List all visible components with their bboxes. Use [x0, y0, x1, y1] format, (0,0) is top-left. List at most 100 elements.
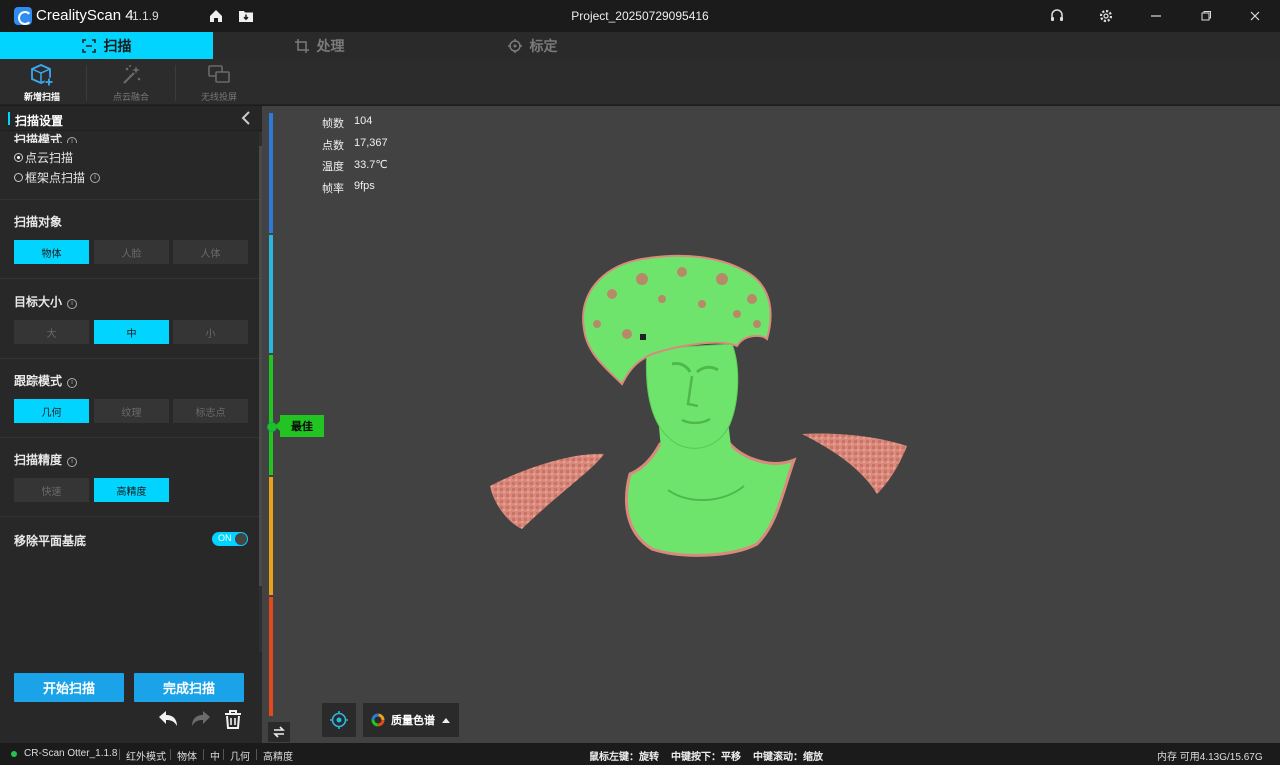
divider [203, 749, 204, 760]
target-body-button[interactable]: 人体 [173, 240, 248, 264]
headset-support-icon[interactable] [1049, 8, 1065, 24]
finish-scan-button[interactable]: 完成扫描 [134, 673, 244, 702]
stat-temperature: 温度 33.7℃ [322, 158, 388, 180]
stat-value: 33.7℃ [354, 159, 388, 171]
tab-label: 标定 [529, 37, 558, 54]
minimize-icon[interactable] [1146, 6, 1166, 26]
start-scan-button[interactable]: 开始扫描 [14, 673, 124, 702]
precision-high-button[interactable]: 高精度 [94, 478, 169, 502]
radio-point-cloud-scan[interactable]: 点云扫描 [14, 149, 73, 166]
tracking-texture-button[interactable]: 纹理 [94, 399, 169, 423]
stat-label: 帧率 [322, 182, 344, 195]
section-label: 扫描模式 [14, 133, 63, 143]
screen-cast-icon [208, 65, 230, 83]
new-scan-button[interactable]: 新增扫描 [0, 62, 84, 104]
quality-segment [269, 355, 273, 475]
section-label: 目标大小 [14, 295, 63, 309]
divider [0, 199, 259, 200]
radio-unselected-icon [14, 173, 23, 182]
divider [170, 749, 171, 760]
target-face-button[interactable]: 人脸 [94, 240, 169, 264]
3d-viewport[interactable]: 最佳 帧数 104 点数 17,367 温度 33.7℃ 帧率 9fps 质量色… [262, 106, 1280, 743]
scan-target-title: 扫描对象 [14, 215, 63, 229]
radio-frame-point-scan[interactable]: 框架点扫描 i [14, 169, 101, 186]
hint-rotate: 鼠标左键：旋转 [589, 752, 659, 763]
divider [86, 65, 87, 101]
toggle-label: ON [218, 533, 232, 543]
close-icon[interactable] [1245, 6, 1265, 26]
divider [0, 516, 259, 517]
connection-status-icon [11, 751, 17, 757]
cube-add-icon [31, 64, 54, 87]
stat-label: 帧数 [322, 118, 344, 130]
wireless-cast-button[interactable]: 无线投屏 [177, 62, 261, 104]
quality-segment [269, 477, 273, 595]
precision-fast-button[interactable]: 快速 [14, 478, 89, 502]
size-medium-button[interactable]: 中 [94, 320, 169, 344]
hint-zoom: 中键滚动：缩放 [753, 752, 823, 763]
swap-view-button[interactable] [268, 722, 290, 742]
remove-base-toggle[interactable]: ON [212, 532, 248, 546]
section-label: 扫描精度 [14, 453, 63, 467]
radio-selected-icon [14, 153, 23, 162]
stat-label: 点数 [322, 139, 344, 152]
target-object-button[interactable]: 物体 [14, 240, 89, 264]
divider [119, 749, 120, 760]
chevron-left-icon[interactable] [240, 110, 252, 126]
crosshair-icon [507, 38, 522, 53]
info-icon[interactable]: i [90, 172, 101, 183]
stat-points: 点数 17,367 [322, 137, 388, 159]
stat-framerate: 帧率 9fps [322, 180, 388, 202]
divider [175, 65, 176, 101]
caret-up-icon [442, 718, 450, 723]
redo-icon[interactable] [189, 708, 213, 730]
tracking-geometry-button[interactable]: 几何 [14, 399, 89, 423]
divider [223, 749, 224, 760]
hint-pan: 中键按下：平移 [671, 752, 741, 763]
size-large-button[interactable]: 大 [14, 320, 89, 344]
quality-segment [269, 235, 273, 353]
status-mode: 红外模式 [126, 752, 166, 763]
tracking-marker-button[interactable]: 标志点 [173, 399, 248, 423]
radio-label: 框架点扫描 [25, 171, 86, 185]
section-label: 跟踪模式 [14, 374, 63, 388]
tab-calibrate[interactable]: 标定 [426, 32, 639, 59]
memory-status: 内存 可用4.13G/15.67G [1157, 752, 1263, 763]
divider [0, 358, 259, 359]
status-bar: CR-Scan Otter_1.1.8 红外模式 物体 中 几何 高精度 鼠标左… [0, 743, 1280, 765]
tool-strip: 新增扫描 点云融合 无线投屏 [0, 59, 1280, 105]
divider [0, 278, 259, 279]
restore-icon[interactable] [1196, 6, 1216, 26]
tab-scan[interactable]: 扫描 [0, 32, 213, 59]
quality-bar [269, 113, 273, 716]
recenter-button[interactable] [322, 703, 356, 737]
tab-process[interactable]: 处理 [213, 32, 426, 59]
device-name: CR-Scan Otter_1.1.8 [24, 748, 118, 759]
accent-bar [8, 112, 10, 125]
stat-value: 17,367 [354, 136, 388, 149]
quality-segment [269, 113, 273, 233]
stat-value: 9fps [354, 179, 375, 192]
status-target: 物体 [177, 752, 197, 763]
info-icon[interactable]: i [67, 137, 78, 143]
swap-icon [273, 726, 285, 738]
undo-icon[interactable] [156, 708, 180, 730]
tool-label: 新增扫描 [23, 92, 60, 102]
gear-icon[interactable] [1098, 8, 1114, 24]
scan-stats: 帧数 104 点数 17,367 温度 33.7℃ 帧率 9fps [322, 115, 388, 201]
info-icon[interactable]: i [67, 457, 78, 467]
radio-label: 点云扫描 [25, 151, 74, 165]
tab-label: 处理 [316, 37, 345, 54]
status-tracking: 几何 [230, 752, 250, 763]
toggle-knob [235, 533, 247, 545]
point-cloud-fusion-button[interactable]: 点云融合 [89, 62, 173, 104]
info-icon[interactable]: i [67, 299, 78, 309]
size-small-button[interactable]: 小 [173, 320, 248, 344]
divider [256, 749, 257, 760]
tracking-mode-title: 跟踪模式 i [14, 372, 78, 389]
info-icon[interactable]: i [67, 378, 78, 388]
scan-mode-title: 扫描模式 i [14, 131, 78, 143]
trash-icon[interactable] [221, 708, 245, 730]
quality-color-button[interactable]: 质量色谱 [363, 703, 459, 737]
scanned-point-cloud-model [490, 254, 907, 557]
